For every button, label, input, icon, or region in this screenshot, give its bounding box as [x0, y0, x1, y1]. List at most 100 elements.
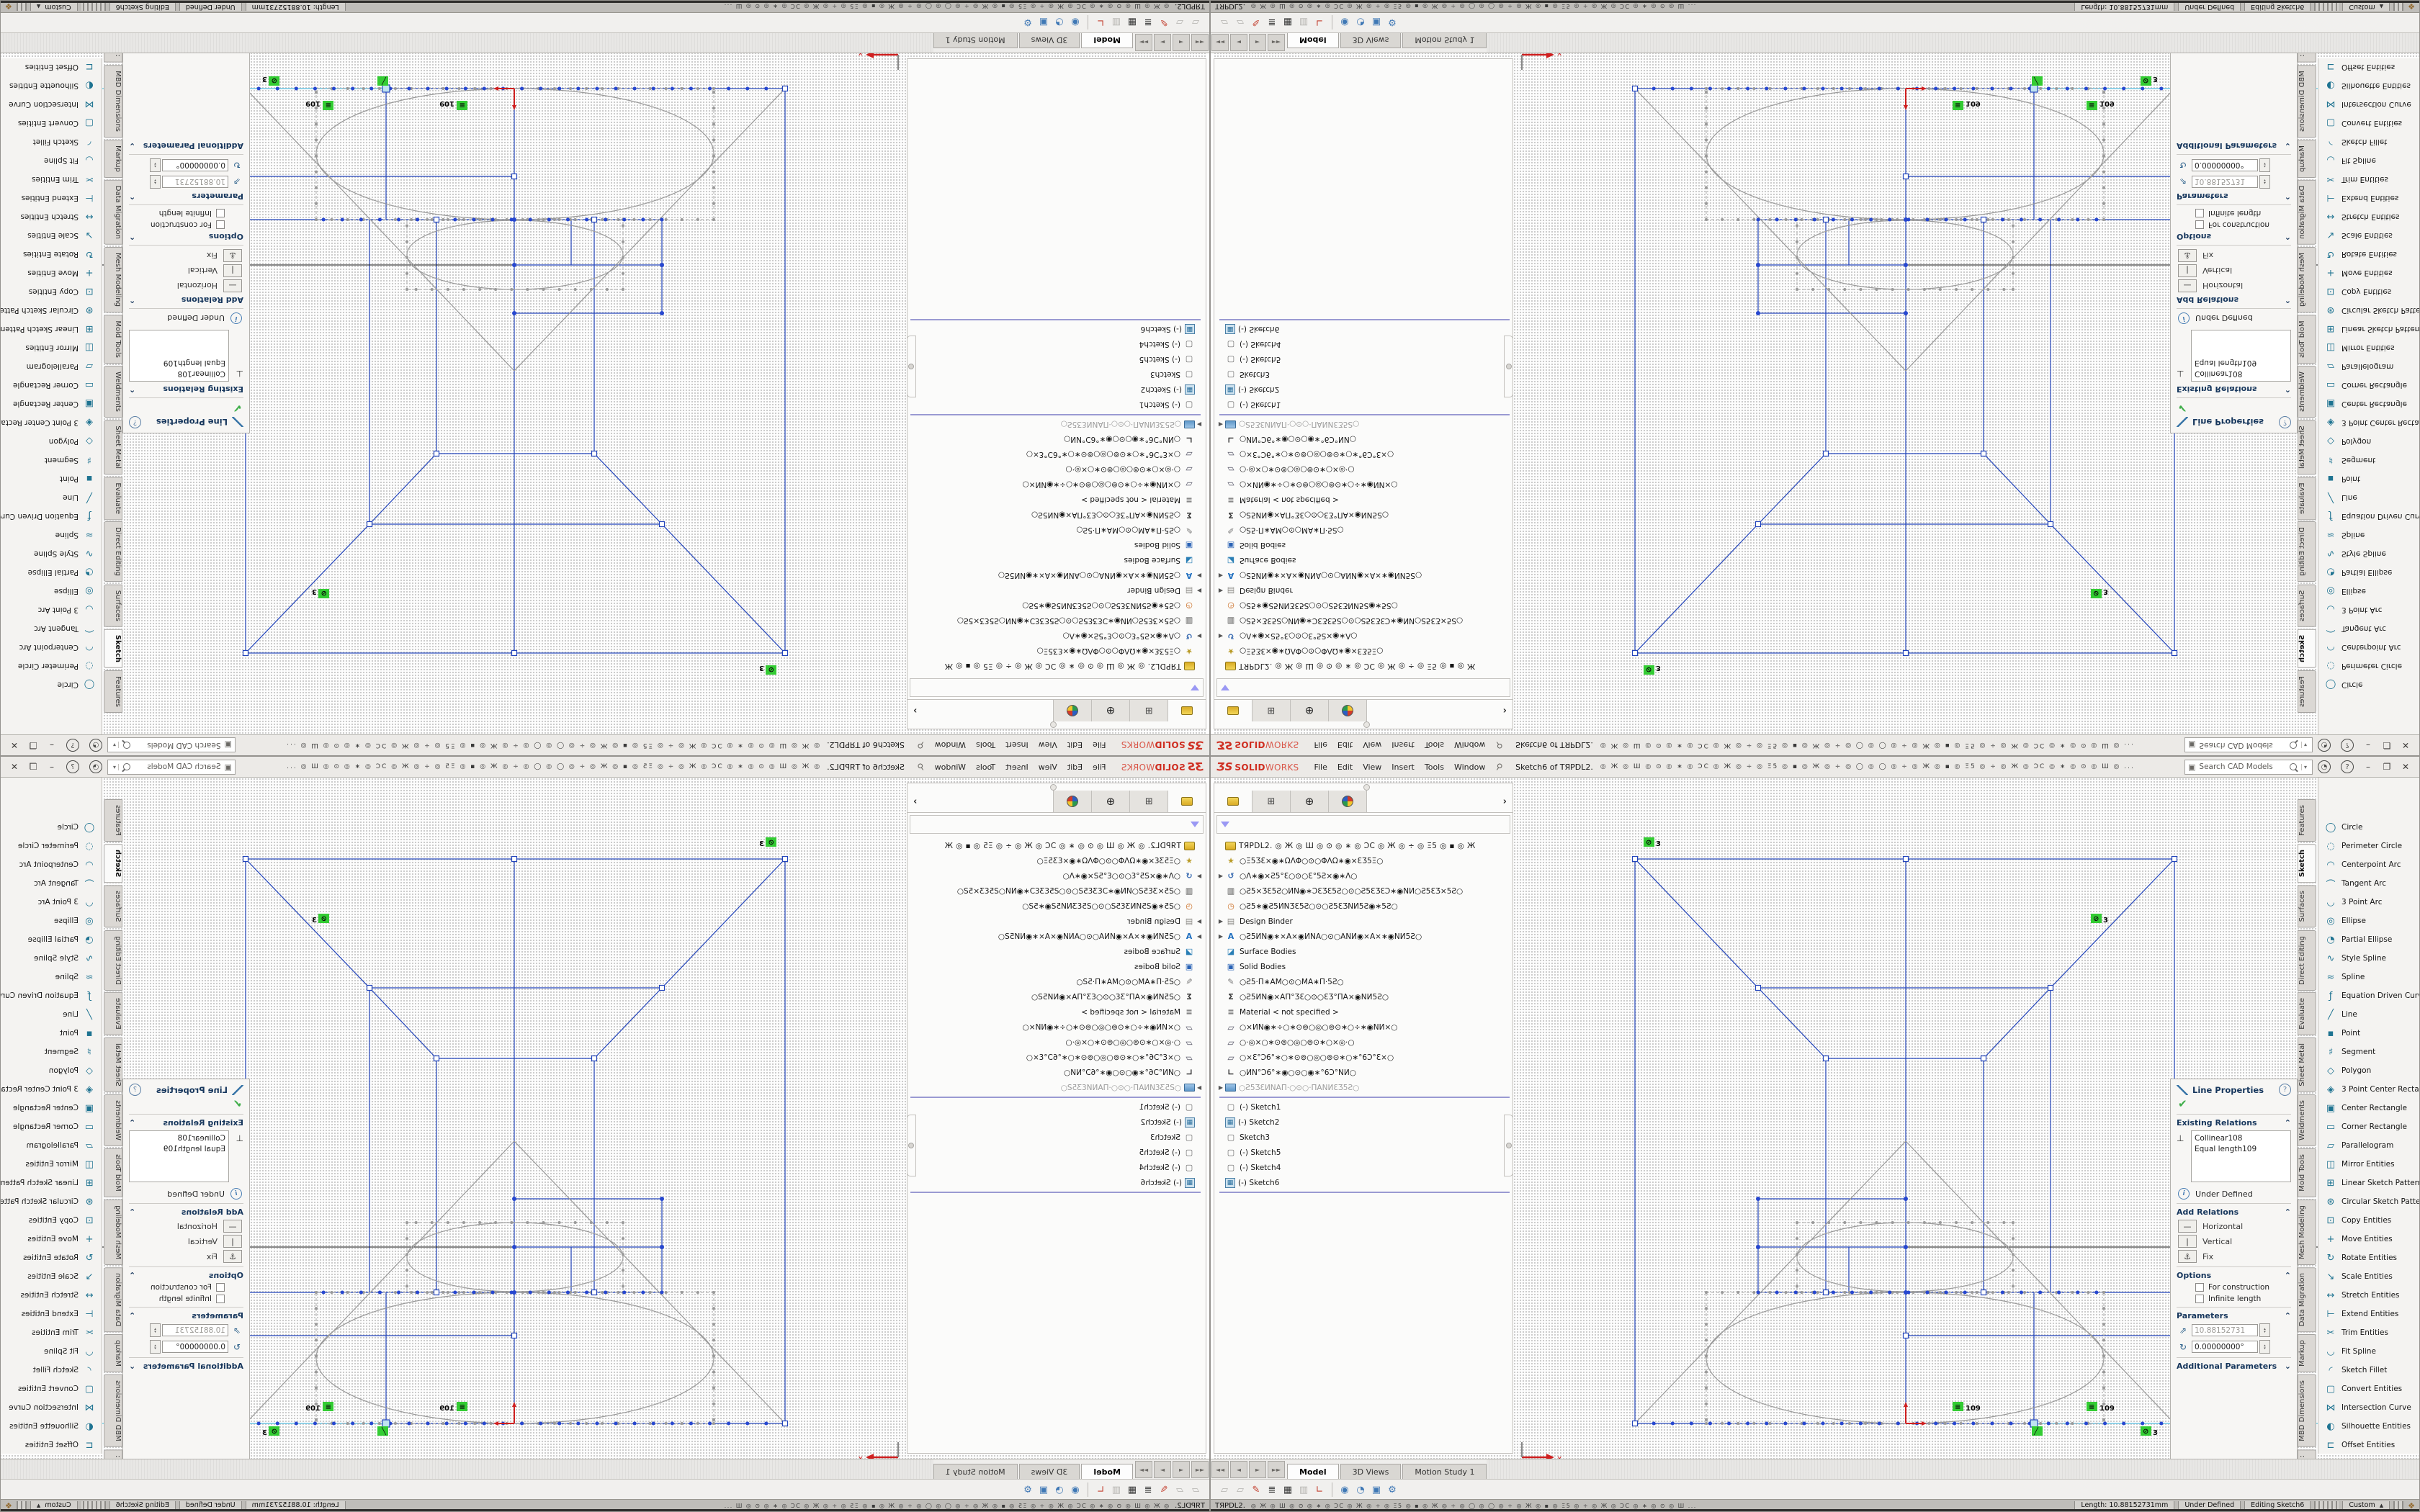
tool-item[interactable]: ♯ Segment — [2318, 451, 2419, 469]
tab-feature-manager[interactable] — [1168, 700, 1206, 721]
tree-item[interactable]: ○Ƨ5∗◉Ƨ5ИΝƷƐ5Ƨ○⊙○Ƨ5ƐƷΝИ5Ƨ◉∗5Ƨ○ — [908, 598, 1204, 613]
tool-item[interactable]: ◎ Ellipse — [2318, 582, 2419, 600]
tool-item[interactable]: ◡ Fit Spline — [2318, 151, 2419, 170]
tool-item[interactable]: ▢ Convert Entities — [2318, 1380, 2419, 1398]
expand-arrow-icon[interactable]: ▶ — [1216, 933, 1225, 940]
tool-item[interactable]: ↻ Rotate Entities — [1, 245, 102, 264]
tab-nav-button[interactable]: ► — [1249, 1461, 1266, 1478]
tool-item[interactable]: ▭ Corner Rectangle — [1, 376, 102, 395]
add-relations-header[interactable]: Add Relations⌃ — [2177, 1207, 2291, 1217]
command-tab[interactable]: : — [2298, 1449, 2316, 1460]
command-tab[interactable]: Mold Tools — [2298, 1148, 2316, 1197]
chart-icon[interactable]: ▥ — [1296, 17, 1312, 28]
more-tools-chevron-icon[interactable]: » — [2364, 1417, 2375, 1460]
tree-item-sketch[interactable]: (-) Sketch4 — [908, 1160, 1204, 1175]
flyout-arrow-icon[interactable]: › — [1497, 706, 1512, 716]
tool-item[interactable]: ⊢ Extend Entities — [1, 189, 102, 207]
parameters-header[interactable]: Parameters⌃ — [2177, 192, 2291, 201]
tool-item[interactable]: ◔ Partial Ellipse — [2318, 563, 2419, 582]
rollback-bar[interactable] — [910, 1097, 1201, 1098]
command-tab[interactable]: Mesh Modeling — [2298, 248, 2316, 313]
tool-item[interactable]: ↔ Stretch Entities — [1, 207, 102, 226]
motion-setting-icon[interactable]: ◉ — [1337, 1485, 1353, 1495]
tool-item[interactable]: ▣ Center Rectangle — [1, 395, 102, 413]
tool-item[interactable]: ▢ Convert Entities — [1, 1380, 102, 1398]
command-tab[interactable]: Features — [2298, 670, 2316, 713]
tree-item[interactable]: ○ИΝ°Ɔ6°∗◉○⊙○◉∗°6Ɔ°ΝИ○ — [908, 1065, 1204, 1080]
model-tab[interactable]: Motion Study 1 — [933, 1464, 1018, 1480]
sheet-icon[interactable]: ▱ — [1216, 1485, 1232, 1495]
tree-item-sketch[interactable]: (-) Sketch1 — [1216, 1099, 1512, 1115]
command-tab[interactable]: Markup — [104, 1334, 122, 1372]
tab-property-manager[interactable]: ⊞ — [1129, 791, 1168, 812]
tool-item[interactable]: ▣ Center Rectangle — [2318, 395, 2419, 413]
tab-nav-button[interactable]: ►► — [1268, 34, 1285, 51]
tree-item[interactable]: ○×Ɛ°Ɔ6°∗○∗⊙⊚○◎○⊚⊙∗○∗°6Ɔ°Ɛ×○ — [1216, 1050, 1512, 1065]
tool-item[interactable]: ◔ Partial Ellipse — [2318, 930, 2419, 949]
tool-item[interactable]: ⌒ Tangent Arc — [2318, 874, 2419, 893]
tree-item[interactable]: Solid Bodies — [1216, 538, 1512, 553]
results-chart-icon[interactable]: ∟ — [1093, 17, 1108, 28]
tree-item[interactable]: ▶ ○Ƨ5ИΝ◉∗×A×◉ИΝA○⊙○AΝИ◉×A×∗◉ΝИ5Ƨ○ — [908, 929, 1204, 944]
motion-time-icon[interactable]: ◔ — [1353, 17, 1368, 28]
relation-entry[interactable]: Equal length109 — [2195, 357, 2287, 368]
tab-display-manager[interactable] — [1329, 700, 1367, 721]
add-relation-button[interactable]: — Horizontal — [2178, 1220, 2291, 1233]
menu-item[interactable]: Edit — [1062, 762, 1088, 772]
help-icon[interactable]: ? — [66, 760, 79, 773]
expand-arrow-icon[interactable]: ▶ — [1195, 1084, 1204, 1091]
tool-item[interactable]: ▢ Convert Entities — [2318, 114, 2419, 132]
tree-item[interactable]: ○Ƨ5·Π∗AΜ○⊙○ΜA∗Π·5Ƨ○ — [908, 523, 1204, 538]
menu-item[interactable]: Insert — [1000, 762, 1034, 772]
tree-item[interactable]: ○×ИΝ◉∗÷○∗⊙⊚○◎○⊚⊙∗○÷∗◉ΝИ×○ — [908, 477, 1204, 492]
tab-display-manager[interactable] — [1329, 791, 1367, 812]
tree-item[interactable]: ○Ξ5ƷƐ×◉∗ΩΛΦ○⊙○ΦΛΩ∗◉×ƐƷ5Ξ○ — [908, 644, 1204, 659]
tool-item[interactable]: ▣ Center Rectangle — [1, 1099, 102, 1117]
tab-nav-button[interactable]: ◄◄ — [1191, 34, 1209, 51]
tree-item[interactable]: ○ИΝ°Ɔ6°∗◉○⊙○◉∗°6Ɔ°ΝИ○ — [908, 432, 1204, 447]
tool-item[interactable]: ▭ Corner Rectangle — [1, 1117, 102, 1136]
command-tab[interactable]: : — [2298, 53, 2316, 63]
command-tab[interactable]: Sketch — [2298, 844, 2316, 883]
expand-arrow-icon[interactable]: ▶ — [1195, 421, 1204, 428]
menu-item[interactable]: Window — [930, 762, 971, 772]
tree-item-sketch[interactable]: Sketch3 — [1216, 1130, 1512, 1145]
tool-item[interactable]: ◠ Centerpoint Arc — [2318, 855, 2419, 874]
tool-item[interactable]: ✂ Trim Entities — [2318, 170, 2419, 189]
tool-item[interactable]: ▪ Point — [1, 469, 102, 488]
command-tab[interactable]: MBD Dimensions — [2298, 1374, 2316, 1447]
gear-icon[interactable]: ⚙ — [1020, 1485, 1036, 1495]
selected-endpoint-handle[interactable] — [2030, 1420, 2038, 1427]
angle-field[interactable]: 0.00000000° — [2192, 159, 2258, 171]
panel-collapse-handle[interactable] — [907, 336, 916, 397]
tab-nav-button[interactable]: ◄ — [1230, 34, 1247, 51]
tool-item[interactable]: ƒ Equation Driven Curve — [1, 507, 102, 526]
model-tab[interactable]: 3D Views — [1019, 32, 1080, 48]
angle-spinner[interactable]: ▴▾ — [150, 1340, 161, 1354]
relation-entry[interactable]: Collinear108 — [133, 1133, 225, 1144]
motion-time-icon[interactable]: ◔ — [1052, 1485, 1067, 1495]
tool-item[interactable]: ◜ Sketch Fillet — [2318, 1361, 2419, 1380]
tree-item[interactable]: ○×ИΝ◉∗÷○∗⊙⊚○◎○⊚⊙∗○÷∗◉ΝИ×○ — [1216, 1020, 1512, 1035]
rollback-bar[interactable] — [1219, 319, 1510, 320]
checkbox-icon[interactable] — [2195, 220, 2204, 229]
restore-button[interactable]: ❐ — [2378, 762, 2396, 772]
search-dropdown-icon[interactable]: ▾ — [111, 742, 119, 749]
tab-nav-button[interactable]: ►► — [1135, 34, 1152, 51]
restore-button[interactable]: ❐ — [24, 762, 42, 772]
tool-item[interactable]: ◫ Mirror Entities — [1, 338, 102, 357]
tree-item-sketch[interactable]: (-) Sketch4 — [908, 337, 1204, 352]
tree-item[interactable]: ○Ƨ5×ƷƐ5Ƨ○ИΝ◉∗ƆƐƷƐ5Ƨ○⊙○Ƨ5ƐƷƐƆ∗◉ΝИ○Ƨ5ƐƷ×5Ƨ… — [908, 883, 1204, 899]
tool-item[interactable]: ▭ Corner Rectangle — [2318, 376, 2419, 395]
ok-check-icon[interactable]: ✔ — [129, 1097, 242, 1110]
option-checkbox[interactable]: For construction — [129, 220, 225, 229]
tool-item[interactable]: ✂ Trim Entities — [1, 1323, 102, 1342]
panel-splitter-handle[interactable] — [1050, 784, 1057, 791]
gear-icon[interactable]: ⚙ — [1384, 1485, 1400, 1495]
pen-icon[interactable]: ✎ — [1248, 17, 1264, 28]
tab-nav-button[interactable]: ◄ — [1173, 1461, 1190, 1478]
minimize-button[interactable]: – — [42, 740, 61, 750]
tool-item[interactable]: ↻ Rotate Entities — [2318, 245, 2419, 264]
length-field[interactable]: 10.88152731 — [162, 1324, 228, 1336]
tool-item[interactable]: ↘ Scale Entities — [1, 1267, 102, 1286]
